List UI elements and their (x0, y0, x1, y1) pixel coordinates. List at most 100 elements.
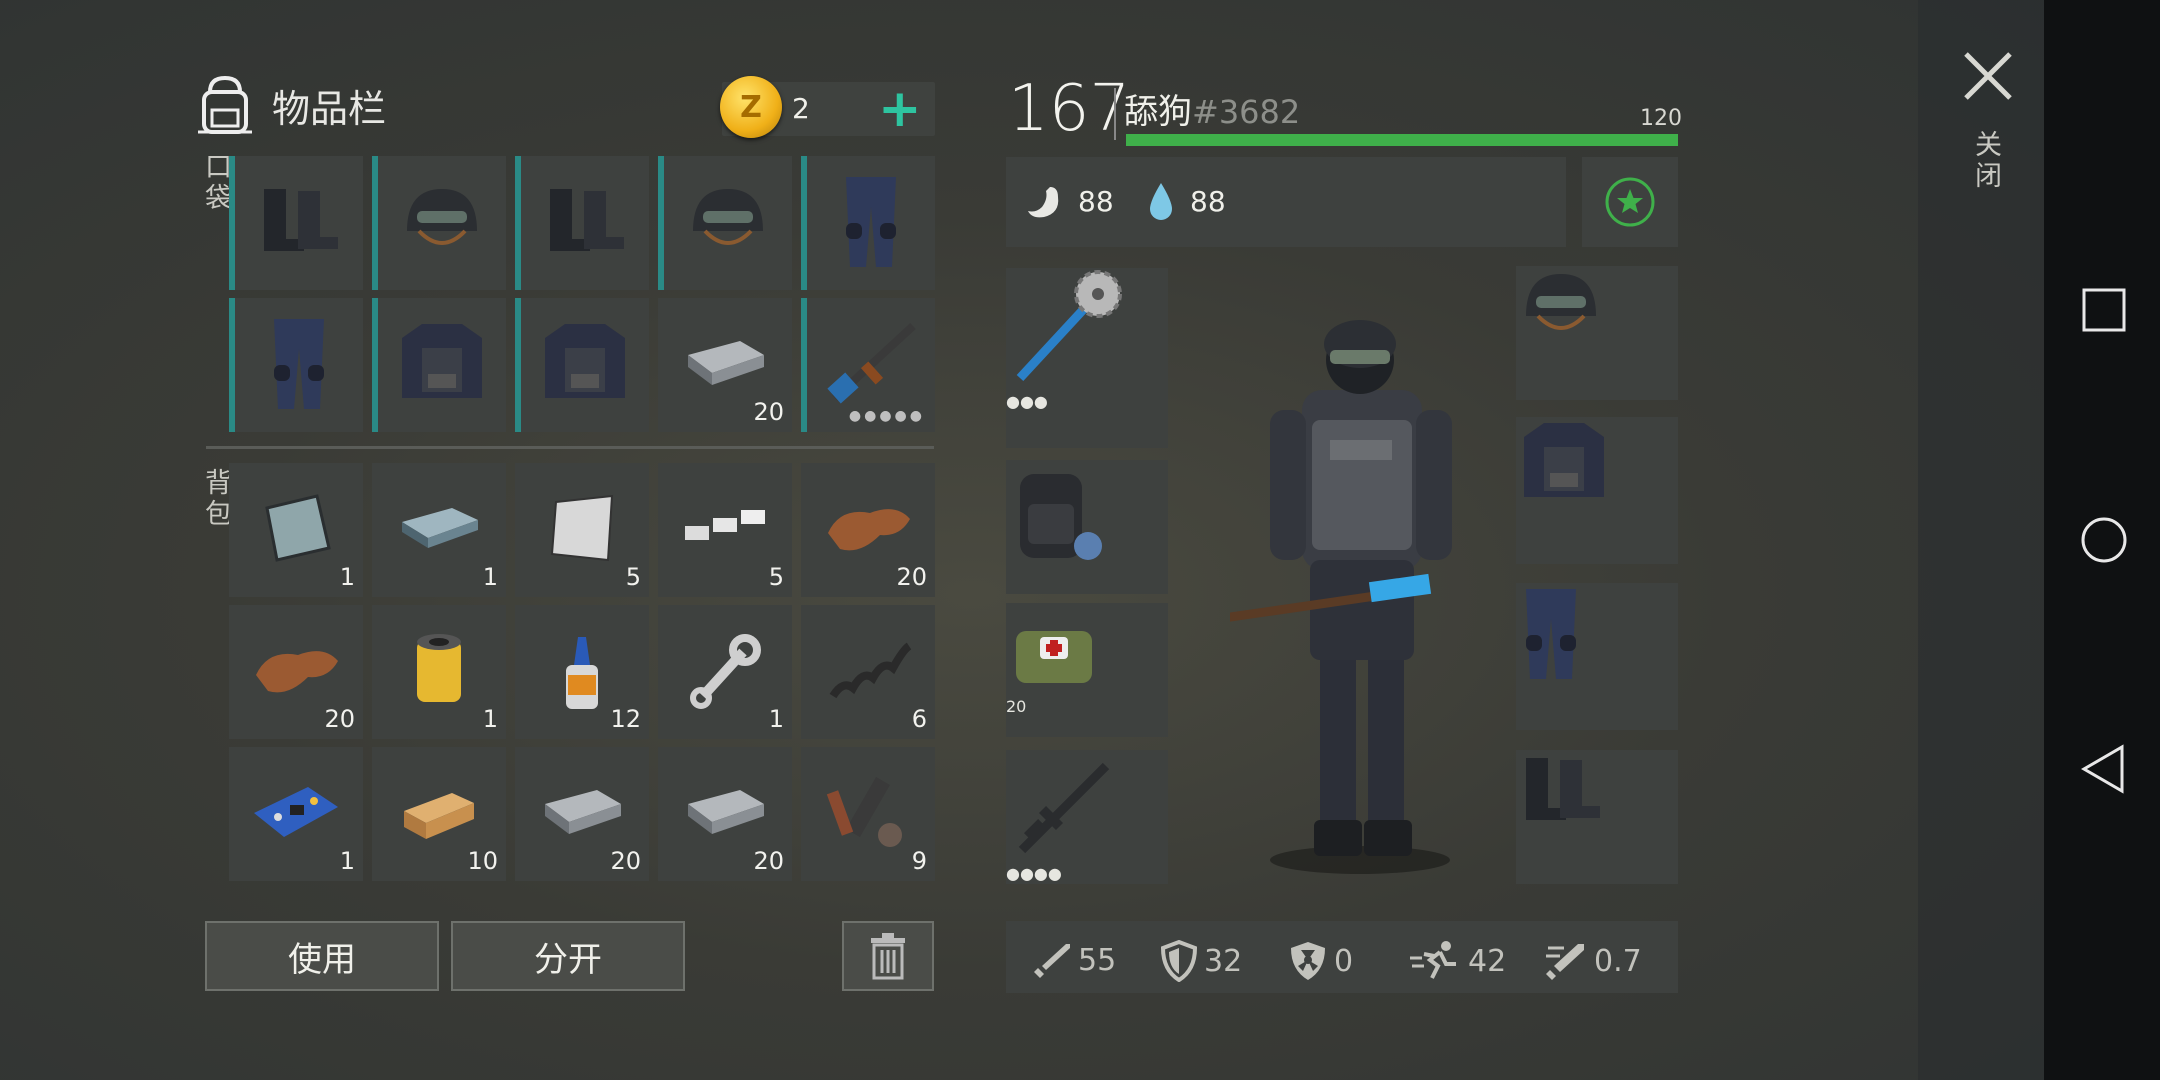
thirst-value: 88 (1190, 185, 1226, 218)
stomach-icon (1028, 187, 1059, 218)
gear-slot[interactable] (1516, 266, 1678, 400)
trash-icon (871, 933, 905, 980)
backpack-slot[interactable]: 20 (229, 605, 363, 739)
item-count: 5 (625, 563, 641, 591)
backpack-slot[interactable]: 20 (515, 747, 649, 881)
pocket-slot[interactable] (229, 298, 363, 432)
equipment-slot[interactable]: ●●● (1006, 268, 1168, 448)
pocket-slot[interactable] (229, 156, 363, 290)
iron-bar-icon (680, 782, 770, 846)
attack-stat: 55 (1032, 940, 1116, 980)
split-button[interactable]: 分开 (451, 921, 685, 991)
equipment-slot[interactable]: 20 (1006, 603, 1168, 737)
attack-speed-stat: 0.7 (1544, 940, 1642, 982)
backpack-slot[interactable]: 1 (372, 463, 506, 597)
backpack-slot[interactable]: 10 (372, 747, 506, 881)
header-separator (1114, 88, 1116, 140)
backpack-slot[interactable]: 6 (801, 605, 935, 739)
helmet-icon (683, 181, 773, 265)
gear-slot[interactable] (1516, 750, 1678, 884)
inventory-title: 物品栏 (272, 86, 387, 131)
pocket-slot[interactable] (515, 156, 649, 290)
pocket-slot[interactable]: ●●●●● (801, 298, 935, 432)
backpack-slot[interactable]: 5 (658, 463, 792, 597)
item-count: 6 (911, 705, 927, 733)
backpack-slot[interactable]: 9 (801, 747, 935, 881)
backpack-slot[interactable]: 1 (229, 463, 363, 597)
pocket-slot[interactable] (372, 298, 506, 432)
durability-dots: ●●●● (1006, 864, 1062, 883)
wood-plank-icon (394, 777, 484, 851)
equipment-slot[interactable]: ●●●● (1006, 750, 1168, 884)
recent-apps-icon[interactable] (2082, 288, 2126, 332)
item-count: 5 (768, 563, 784, 591)
inventory-header: 物品栏 (192, 72, 386, 138)
backpack-slot[interactable]: 5 (515, 463, 649, 597)
pocket-slot[interactable] (372, 156, 506, 290)
backpack-slot[interactable]: 1 (658, 605, 792, 739)
iron-bar-icon (680, 333, 770, 397)
boots-icon (254, 181, 344, 265)
player-name: 舔狗#3682 (1124, 84, 1300, 133)
gear-slot[interactable] (1516, 417, 1678, 564)
backpack-slot[interactable]: 20 (658, 747, 792, 881)
item-count: 20 (1006, 697, 1027, 716)
assault-rifle-icon (1006, 750, 1168, 864)
speed-stat: 42 (1410, 940, 1506, 982)
home-icon[interactable] (2080, 516, 2128, 564)
helmet-icon (1516, 266, 1678, 350)
water-drop-icon (1150, 183, 1172, 220)
coin-icon: Z (720, 76, 782, 138)
pocket-slot[interactable] (515, 298, 649, 432)
back-icon[interactable] (2080, 744, 2126, 794)
leather-icon (820, 493, 916, 567)
xp-value: 120 (1640, 106, 1682, 131)
defense-stat: 32 (1160, 940, 1242, 982)
backpack-slot[interactable]: 20 (801, 463, 935, 597)
trash-button[interactable] (842, 921, 934, 991)
backpack-icon (1006, 460, 1168, 574)
pocket-slot[interactable] (658, 156, 792, 290)
close-button[interactable] (1962, 50, 2014, 111)
status-button[interactable] (1582, 157, 1678, 247)
backpack-icon (198, 75, 252, 134)
player-level: 167 (1008, 72, 1131, 146)
star-badge-icon (1605, 177, 1655, 227)
equipment-slot[interactable] (1006, 460, 1168, 594)
backpack-slot[interactable]: 1 (229, 747, 363, 881)
backpack-slot[interactable]: 12 (515, 605, 649, 739)
item-count: 10 (467, 847, 498, 875)
close-icon (1964, 52, 2012, 100)
weapon-parts-icon (820, 767, 916, 861)
item-count: 1 (482, 705, 498, 733)
defense-value: 32 (1204, 943, 1243, 979)
item-count: 1 (339, 563, 355, 591)
item-count: 20 (610, 847, 641, 875)
hunger-value: 88 (1078, 185, 1114, 218)
boots-icon (1516, 750, 1678, 834)
gear-slot[interactable] (1516, 583, 1678, 730)
leather-icon (248, 635, 344, 709)
vest-icon (537, 318, 633, 412)
pants-icon (836, 171, 906, 275)
player-id: #3682 (1192, 93, 1301, 131)
item-count: 20 (753, 847, 784, 875)
section-divider (206, 446, 934, 449)
pocket-grid: 20 ●●●●● (229, 156, 935, 432)
item-count: 12 (610, 705, 641, 733)
metal-sheet-icon (542, 488, 622, 572)
pocket-slot[interactable]: 20 (658, 298, 792, 432)
backpack-slot[interactable]: 1 (372, 605, 506, 739)
add-coins-button[interactable]: + (878, 83, 922, 135)
backpack-grid: 1 1 5 5 20 20 1 12 1 6 1 10 20 20 9 (229, 463, 935, 881)
pocket-slot[interactable] (801, 156, 935, 290)
vest-icon (394, 318, 490, 412)
use-button[interactable]: 使用 (205, 921, 439, 991)
pants-icon (264, 313, 334, 417)
attack-speed-value: 0.7 (1594, 943, 1642, 979)
helmet-icon (397, 181, 487, 265)
item-count: 9 (911, 847, 927, 875)
iron-bar-icon (537, 782, 627, 846)
close-label[interactable]: 关闭 (1966, 130, 2005, 192)
item-count: 20 (324, 705, 355, 733)
